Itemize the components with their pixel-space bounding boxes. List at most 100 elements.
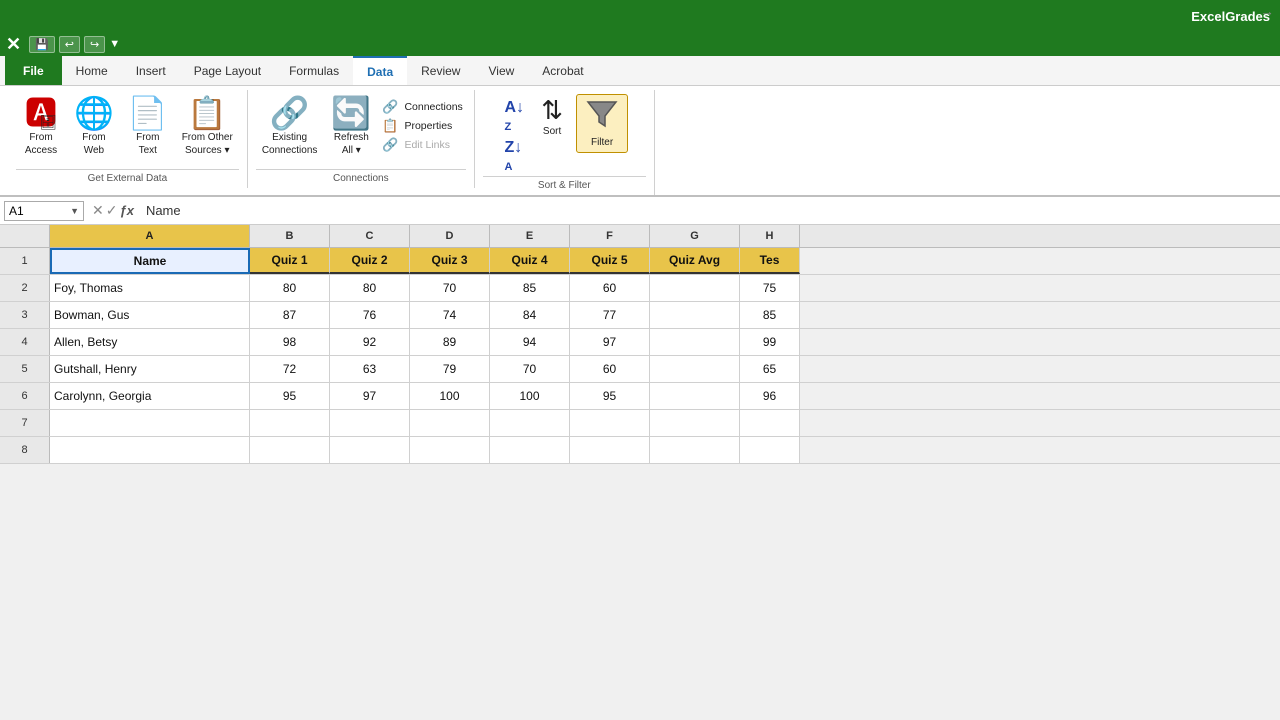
- cell-b2[interactable]: 80: [250, 275, 330, 301]
- cell-e1[interactable]: Quiz 4: [490, 248, 570, 274]
- row-header-2[interactable]: 2: [0, 275, 50, 301]
- row-header-6[interactable]: 6: [0, 383, 50, 409]
- cell-c6[interactable]: 97: [330, 383, 410, 409]
- cell-h3[interactable]: 85: [740, 302, 800, 328]
- cell-f6[interactable]: 95: [570, 383, 650, 409]
- redo-button[interactable]: ↪: [84, 36, 105, 53]
- refresh-all-button[interactable]: 🔄 RefreshAll ▾: [325, 94, 377, 160]
- cell-b5[interactable]: 72: [250, 356, 330, 382]
- col-header-c[interactable]: C: [330, 225, 410, 247]
- row-header-4[interactable]: 4: [0, 329, 50, 355]
- cell-g8[interactable]: [650, 437, 740, 463]
- row-header-5[interactable]: 5: [0, 356, 50, 382]
- cell-d3[interactable]: 74: [410, 302, 490, 328]
- menu-acrobat[interactable]: Acrobat: [528, 56, 597, 85]
- existing-connections-button[interactable]: 🔗 ExistingConnections: [256, 94, 324, 160]
- cell-d6[interactable]: 100: [410, 383, 490, 409]
- cell-h8[interactable]: [740, 437, 800, 463]
- cell-f3[interactable]: 77: [570, 302, 650, 328]
- cell-f5[interactable]: 60: [570, 356, 650, 382]
- menu-review[interactable]: Review: [407, 56, 474, 85]
- row-header-3[interactable]: 3: [0, 302, 50, 328]
- cell-c3[interactable]: 76: [330, 302, 410, 328]
- menu-file[interactable]: File: [5, 56, 62, 85]
- cell-g4[interactable]: [650, 329, 740, 355]
- fx-icon[interactable]: ƒx: [119, 203, 133, 218]
- enter-formula-icon[interactable]: ✓: [106, 202, 118, 219]
- from-other-sources-button[interactable]: 📋 From OtherSources ▾: [176, 94, 239, 160]
- cell-d8[interactable]: [410, 437, 490, 463]
- cell-ref-dropdown[interactable]: ▼: [70, 206, 79, 216]
- row-header-8[interactable]: 8: [0, 437, 50, 463]
- cell-a6[interactable]: Carolynn, Georgia: [50, 383, 250, 409]
- cell-b1[interactable]: Quiz 1: [250, 248, 330, 274]
- undo-button[interactable]: ↩: [59, 36, 80, 53]
- edit-links-item[interactable]: 🔗 Edit Links: [379, 136, 466, 154]
- cell-g3[interactable]: [650, 302, 740, 328]
- col-header-e[interactable]: E: [490, 225, 570, 247]
- menu-insert[interactable]: Insert: [122, 56, 180, 85]
- col-header-b[interactable]: B: [250, 225, 330, 247]
- cell-e8[interactable]: [490, 437, 570, 463]
- save-button[interactable]: 💾: [29, 36, 55, 53]
- formula-content[interactable]: Name: [142, 203, 1276, 218]
- cell-h2[interactable]: 75: [740, 275, 800, 301]
- cell-c7[interactable]: [330, 410, 410, 436]
- cell-a5[interactable]: Gutshall, Henry: [50, 356, 250, 382]
- cell-e2[interactable]: 85: [490, 275, 570, 301]
- col-header-f[interactable]: F: [570, 225, 650, 247]
- cancel-formula-icon[interactable]: ✕: [92, 202, 104, 219]
- col-header-g[interactable]: G: [650, 225, 740, 247]
- cell-a8[interactable]: [50, 437, 250, 463]
- cell-g1[interactable]: Quiz Avg: [650, 248, 740, 274]
- cell-f2[interactable]: 60: [570, 275, 650, 301]
- menu-home[interactable]: Home: [62, 56, 122, 85]
- cell-h1[interactable]: Tes: [740, 248, 800, 274]
- cell-g7[interactable]: [650, 410, 740, 436]
- cell-b6[interactable]: 95: [250, 383, 330, 409]
- cell-d4[interactable]: 89: [410, 329, 490, 355]
- cell-c4[interactable]: 92: [330, 329, 410, 355]
- cell-g5[interactable]: [650, 356, 740, 382]
- cell-b3[interactable]: 87: [250, 302, 330, 328]
- cell-d2[interactable]: 70: [410, 275, 490, 301]
- cell-h7[interactable]: [740, 410, 800, 436]
- from-text-button[interactable]: 📄 FromText: [122, 94, 174, 160]
- cell-e3[interactable]: 84: [490, 302, 570, 328]
- cell-h4[interactable]: 99: [740, 329, 800, 355]
- cell-a4[interactable]: Allen, Betsy: [50, 329, 250, 355]
- sort-button[interactable]: ⇅ Sort: [530, 94, 574, 141]
- cell-d1[interactable]: Quiz 3: [410, 248, 490, 274]
- cell-a1[interactable]: Name: [50, 248, 250, 274]
- row-header-7[interactable]: 7: [0, 410, 50, 436]
- cell-a2[interactable]: Foy, Thomas: [50, 275, 250, 301]
- cell-c5[interactable]: 63: [330, 356, 410, 382]
- cell-b8[interactable]: [250, 437, 330, 463]
- row-header-1[interactable]: 1: [0, 248, 50, 274]
- connections-item[interactable]: 🔗 Connections: [379, 98, 466, 116]
- cell-d7[interactable]: [410, 410, 490, 436]
- cell-reference-box[interactable]: A1 ▼: [4, 201, 84, 221]
- cell-g2[interactable]: [650, 275, 740, 301]
- za-sort-button[interactable]: Z↓A: [501, 138, 529, 176]
- cell-b7[interactable]: [250, 410, 330, 436]
- col-header-h[interactable]: H: [740, 225, 800, 247]
- cell-c2[interactable]: 80: [330, 275, 410, 301]
- cell-f7[interactable]: [570, 410, 650, 436]
- cell-e4[interactable]: 94: [490, 329, 570, 355]
- from-web-button[interactable]: 🌐 FromWeb: [68, 94, 120, 160]
- col-header-a[interactable]: A: [50, 225, 250, 247]
- cell-f4[interactable]: 97: [570, 329, 650, 355]
- cell-h5[interactable]: 65: [740, 356, 800, 382]
- cell-a3[interactable]: Bowman, Gus: [50, 302, 250, 328]
- cell-e7[interactable]: [490, 410, 570, 436]
- cell-a7[interactable]: [50, 410, 250, 436]
- cell-e5[interactable]: 70: [490, 356, 570, 382]
- menu-data[interactable]: Data: [353, 56, 407, 85]
- menu-view[interactable]: View: [474, 56, 528, 85]
- menu-pagelayout[interactable]: Page Layout: [180, 56, 275, 85]
- cell-e6[interactable]: 100: [490, 383, 570, 409]
- cell-g6[interactable]: [650, 383, 740, 409]
- az-sort-button[interactable]: A↓Z: [501, 98, 529, 136]
- menu-formulas[interactable]: Formulas: [275, 56, 353, 85]
